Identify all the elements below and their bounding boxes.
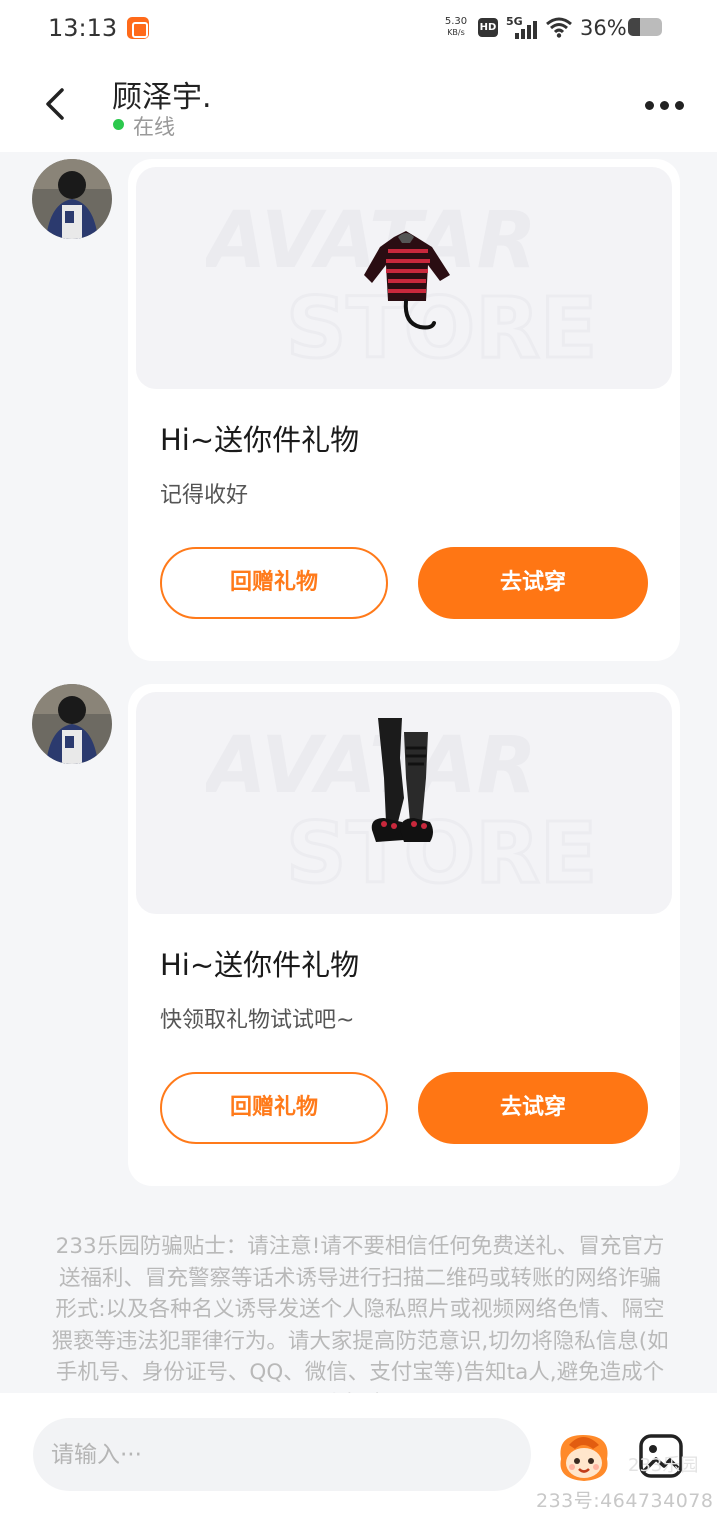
more-options-button[interactable] (640, 90, 690, 120)
hoodie-icon (364, 231, 450, 330)
emoji-mascot-icon[interactable] (553, 1429, 615, 1485)
battery-fill (628, 18, 641, 36)
input-bar: 233乐园 233号:464734078 (0, 1393, 717, 1516)
hd-icon: HD (478, 18, 498, 37)
gift-card-subtitle: 记得收好 (160, 483, 249, 508)
user-id-watermark: 233号:464734078 (536, 1490, 714, 1512)
gift-card-title: Hi~送你件礼物 (160, 423, 360, 457)
sender-avatar[interactable] (32, 159, 112, 239)
try-on-button[interactable]: 去试穿 (418, 547, 648, 619)
gift-card: AVATAR STORE Hi~送你件礼物 记得收好 回赠礼物 去试穿 (128, 159, 680, 661)
sender-avatar[interactable] (32, 684, 112, 764)
gift-card-title: Hi~送你件礼物 (160, 948, 360, 982)
battery-icon (628, 18, 662, 36)
avatar-image (32, 159, 112, 239)
wifi-icon (546, 17, 572, 38)
return-gift-button[interactable]: 回赠礼物 (160, 1072, 388, 1144)
online-status-text: 在线 (133, 115, 175, 139)
gift-card: AVATAR STORE Hi~送你件礼物 快领取礼物试试吧~ 回赠礼物 去试穿 (128, 684, 680, 1186)
gift-preview[interactable]: AVATAR STORE (136, 692, 672, 914)
try-on-button[interactable]: 去试穿 (418, 1072, 648, 1144)
battery-percentage: 36% (580, 16, 627, 40)
network-speed: 5.30 KB/s (441, 17, 471, 38)
brand-watermark: 233乐园 (628, 1455, 699, 1476)
network-speed-unit: KB/s (447, 28, 465, 37)
message-input[interactable] (33, 1418, 531, 1491)
chat-header: 顾泽宇. 在线 (0, 58, 717, 152)
avatar-image (32, 684, 112, 764)
status-bar: 13:13 5.30 KB/s HD 5G 36% (0, 0, 717, 58)
leggings-shoes-icon (371, 718, 433, 842)
back-button[interactable] (38, 84, 74, 124)
gift-card-subtitle: 快领取礼物试试吧~ (160, 1008, 355, 1033)
gift-preview[interactable]: AVATAR STORE (136, 167, 672, 389)
app-notification-icon (127, 17, 149, 39)
signal-icon: 5G (506, 15, 537, 39)
network-type: 5G (506, 15, 523, 28)
status-time: 13:13 (48, 14, 118, 42)
online-status-dot (113, 119, 124, 130)
return-gift-button[interactable]: 回赠礼物 (160, 547, 388, 619)
anti-fraud-notice: 233乐园防骗贴士：请注意!请不要相信任何免费送礼、冒充官方送福利、冒充警察等话… (51, 1234, 669, 1393)
contact-name: 顾泽宇. (112, 80, 212, 115)
network-speed-value: 5.30 (444, 16, 468, 27)
